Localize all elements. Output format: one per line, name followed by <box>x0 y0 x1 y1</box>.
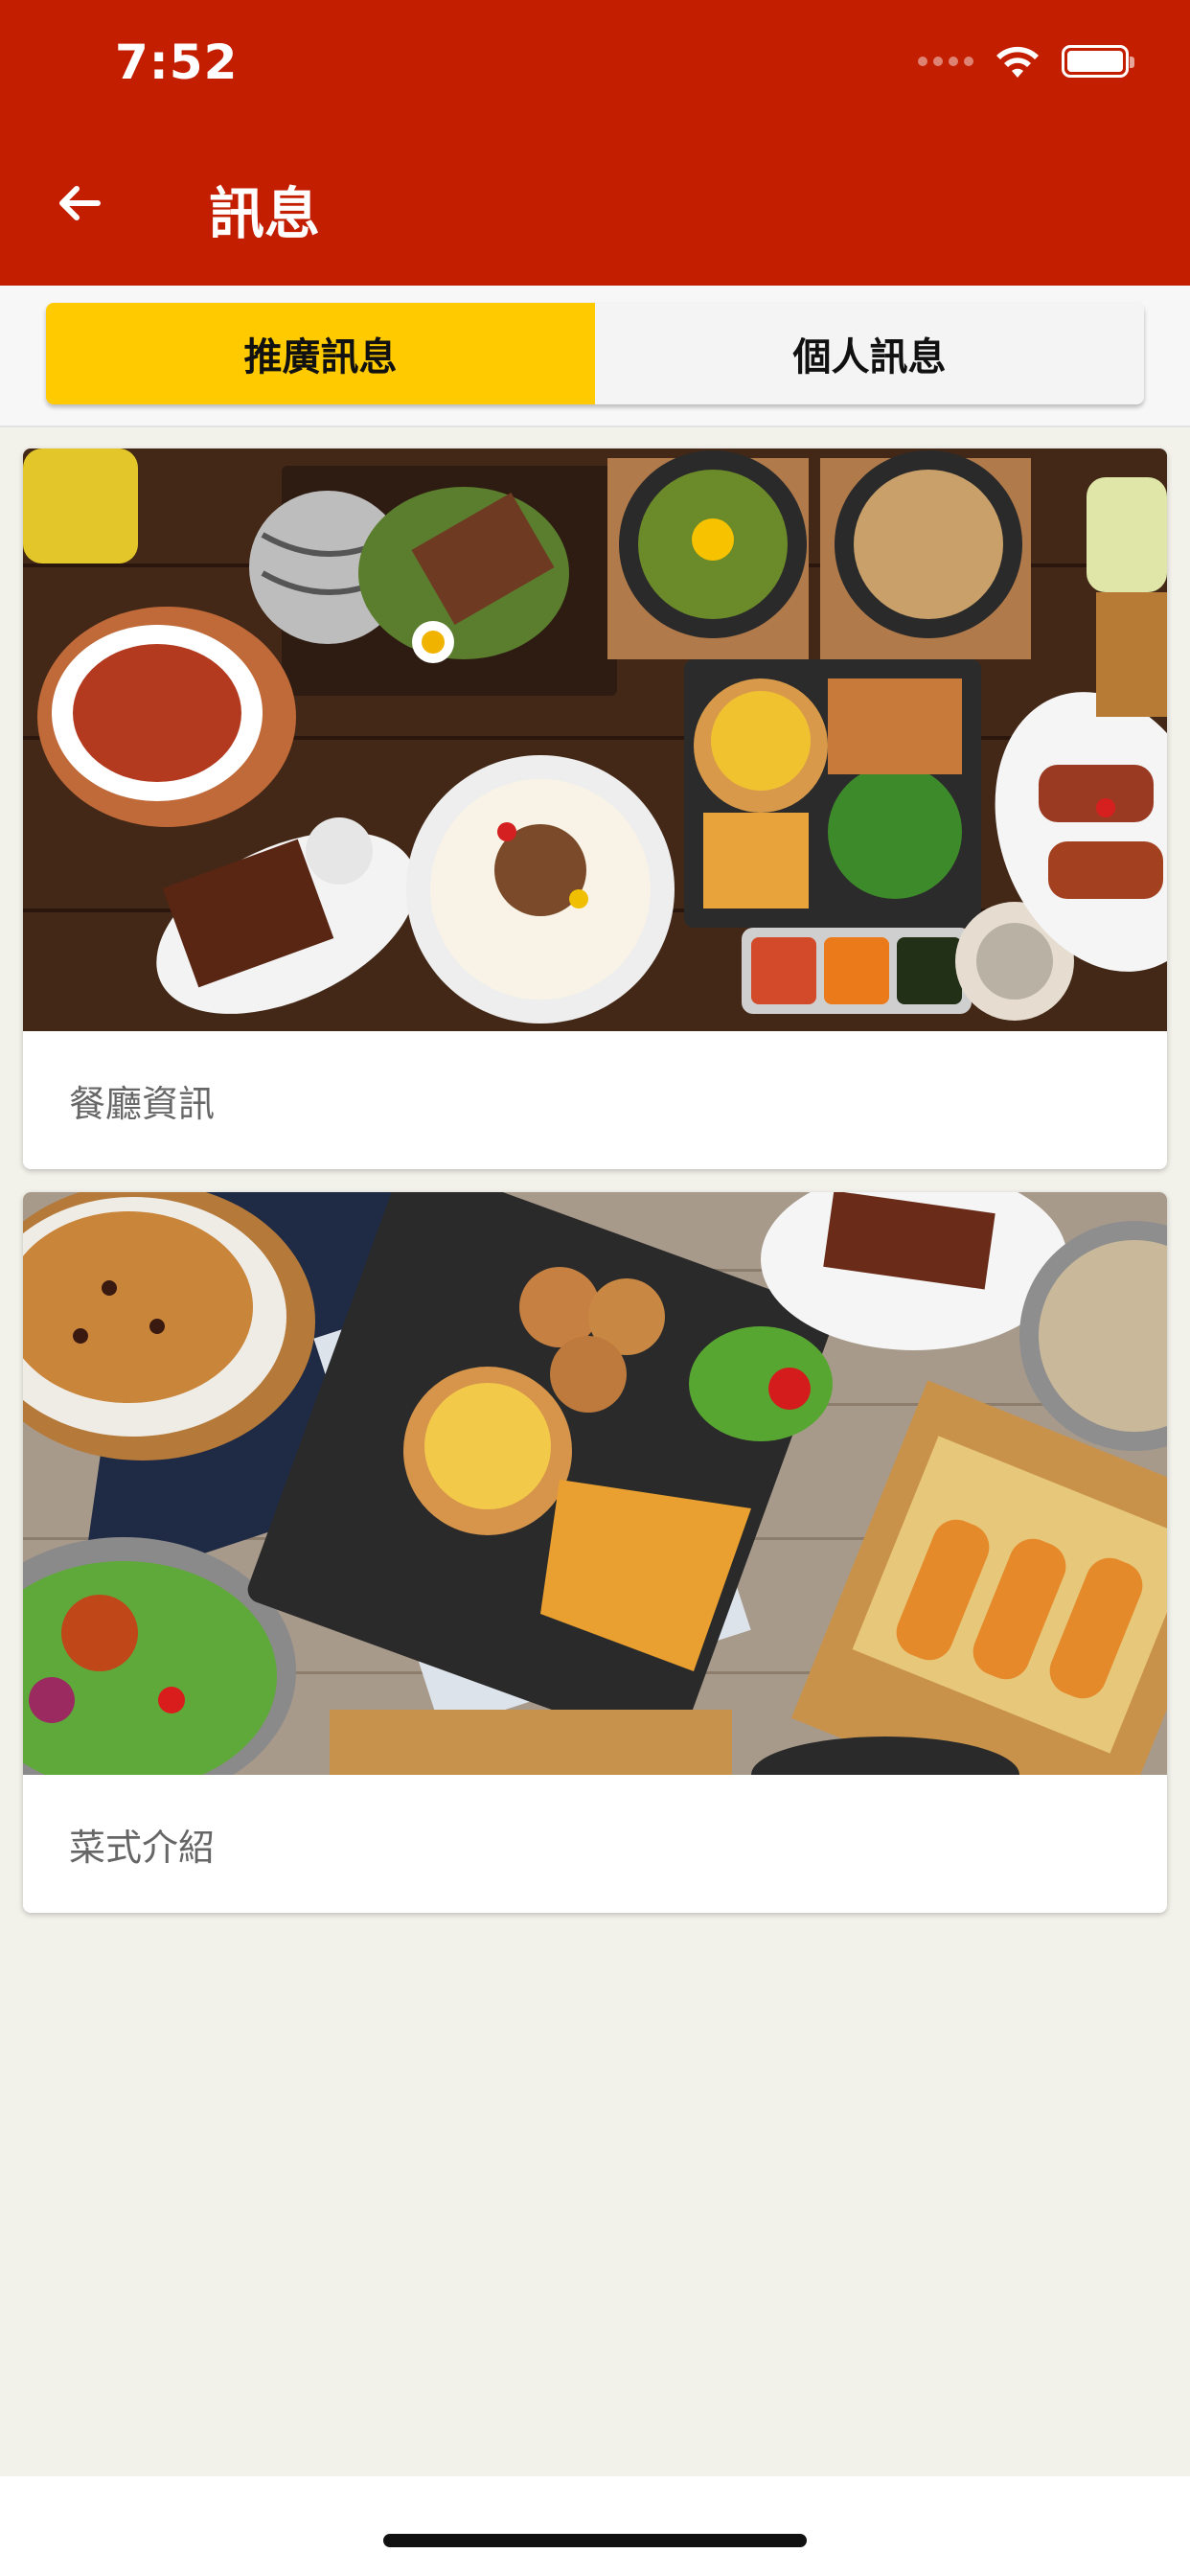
wifi-icon <box>996 46 1039 78</box>
home-indicator[interactable] <box>383 2534 807 2547</box>
tab-strip: 推廣訊息 個人訊息 <box>0 286 1190 427</box>
tab-promotions[interactable]: 推廣訊息 <box>46 303 595 404</box>
card-dish-intro[interactable]: 菜式介紹 <box>23 1192 1167 1913</box>
food-photo-dishes <box>23 1192 1167 1775</box>
page-title: 訊息 <box>209 181 321 246</box>
card-caption: 餐廳資訊 <box>69 1082 216 1125</box>
tab-personal[interactable]: 個人訊息 <box>595 303 1144 404</box>
app-bar: 7:52 訊息 <box>0 0 1190 286</box>
segmented-tabs: 推廣訊息 個人訊息 <box>46 303 1144 404</box>
card-caption: 菜式介紹 <box>69 1826 216 1869</box>
card-restaurant-info[interactable]: 餐廳資訊 <box>23 448 1167 1169</box>
bottom-safe-area <box>0 2476 1190 2576</box>
status-time: 7:52 <box>115 34 239 90</box>
food-photo-restaurant <box>23 448 1167 1031</box>
cellular-signal-icon <box>918 57 973 66</box>
status-icons <box>918 42 1134 80</box>
battery-icon <box>1062 45 1134 78</box>
back-arrow-icon[interactable] <box>50 174 107 232</box>
